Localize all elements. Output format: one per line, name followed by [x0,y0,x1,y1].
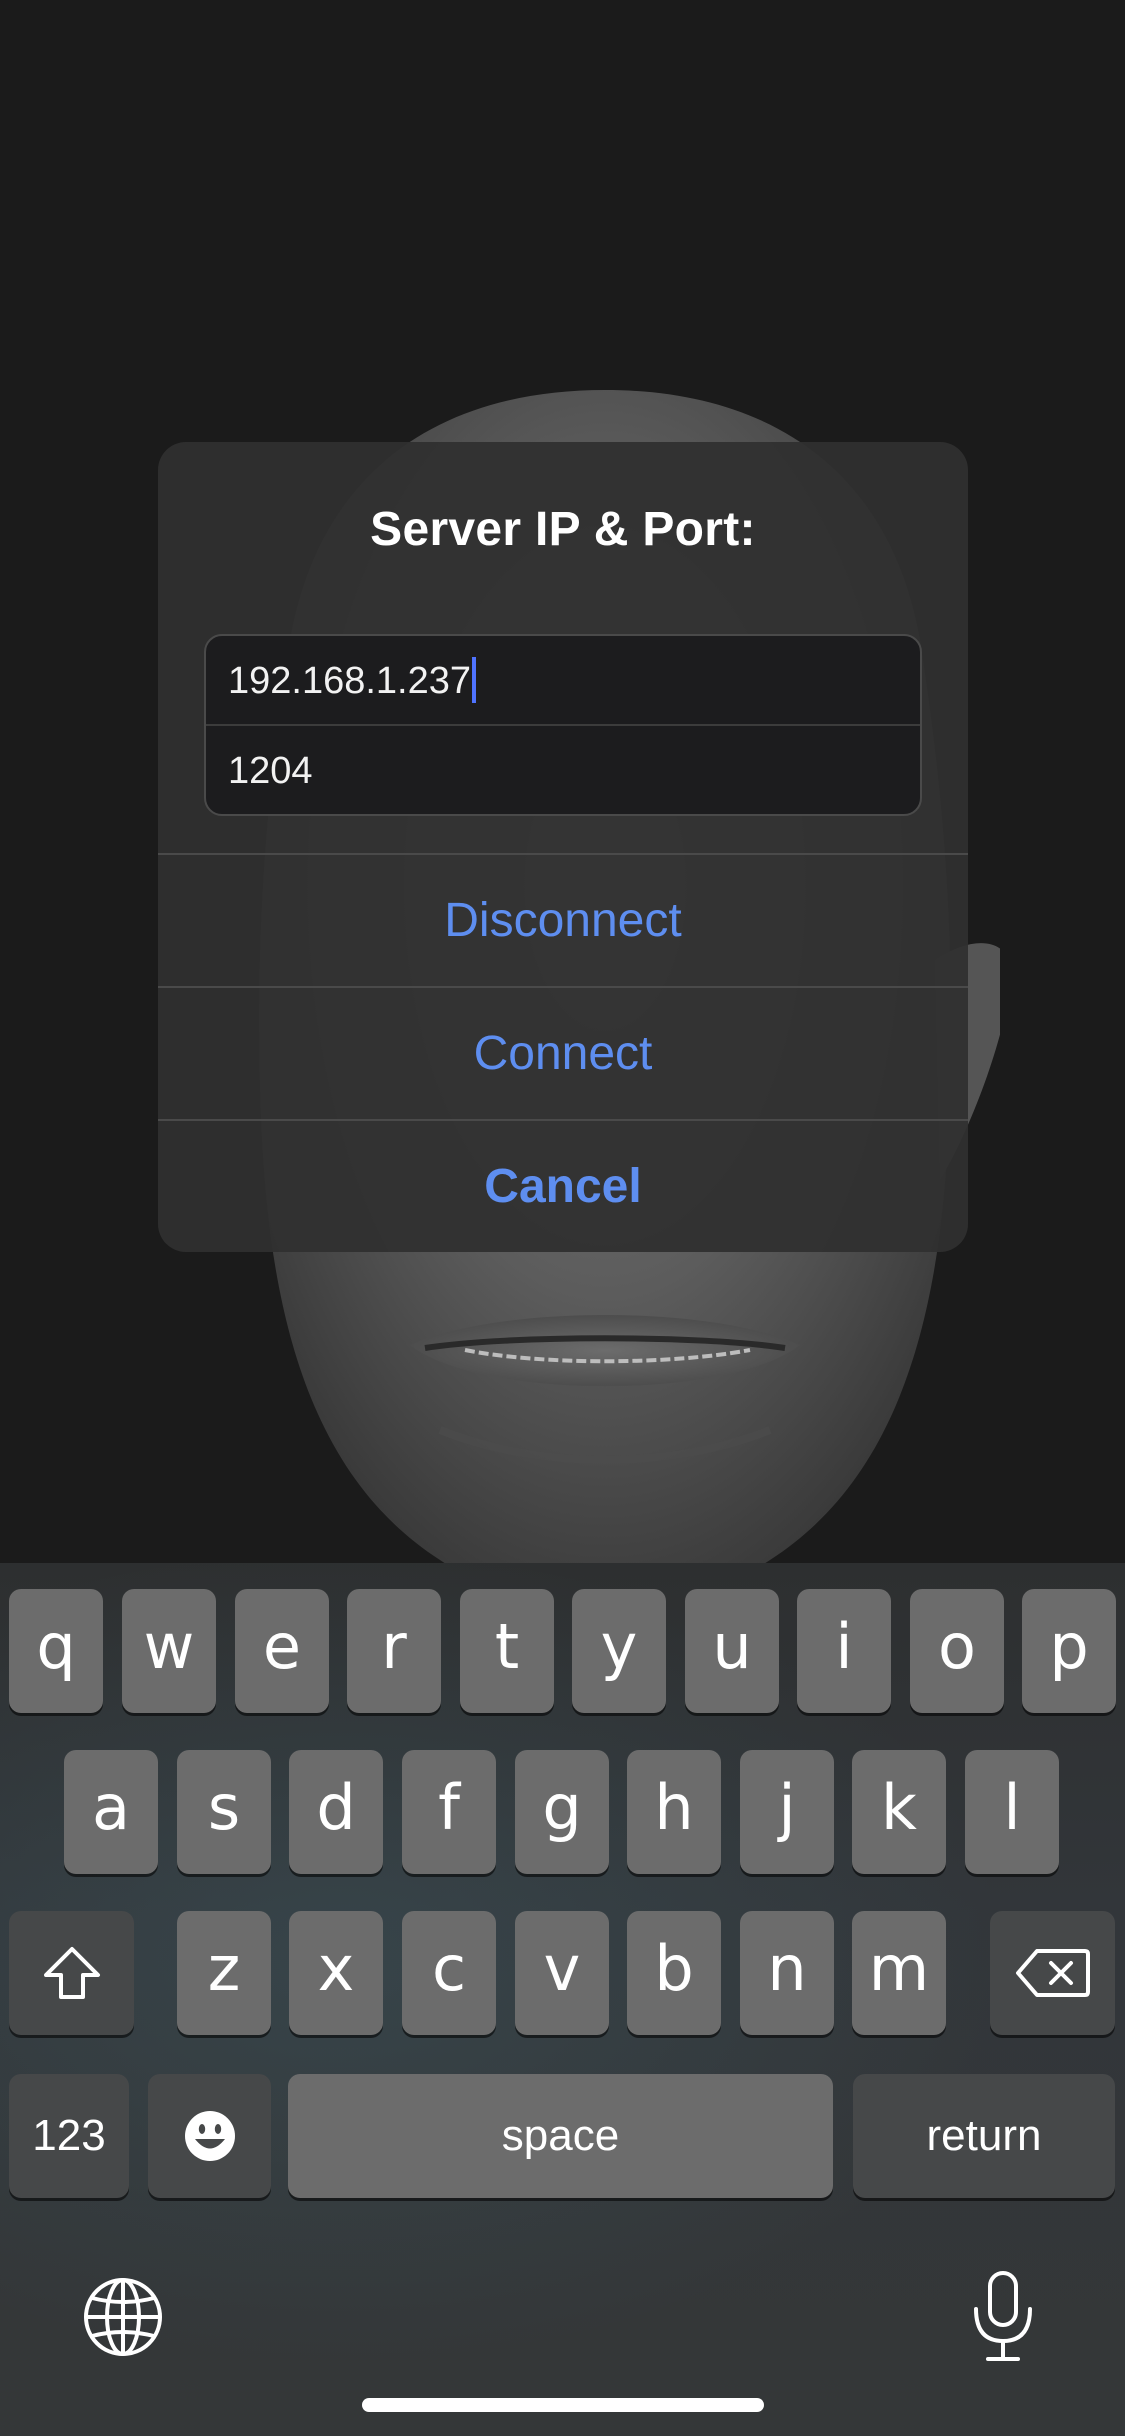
key-t[interactable]: t [460,1589,554,1713]
key-m[interactable]: m [852,1911,946,2035]
key-l[interactable]: l [965,1750,1059,1874]
port-value: 1204 [228,750,313,792]
cancel-button[interactable]: Cancel [158,1119,968,1252]
port-field[interactable]: 1204 [206,726,920,814]
key-g[interactable]: g [515,1750,609,1874]
key-p[interactable]: p [1022,1589,1116,1713]
shift-key[interactable] [9,1911,134,2035]
key-u[interactable]: u [685,1589,779,1713]
globe-icon[interactable] [82,2276,164,2358]
ip-address-field[interactable]: 192.168.1.237 [206,636,920,726]
alert-title: Server IP & Port: [370,503,756,556]
keyboard: q w e r t y u i o p a s d f g h j k l z … [0,1563,1125,2436]
emoji-icon [184,2111,235,2161]
key-s[interactable]: s [177,1750,271,1874]
home-indicator[interactable] [362,2398,764,2412]
key-o[interactable]: o [910,1589,1004,1713]
key-z[interactable]: z [177,1911,271,2035]
key-b[interactable]: b [627,1911,721,2035]
key-y[interactable]: y [572,1589,666,1713]
key-q[interactable]: q [9,1589,103,1713]
space-key[interactable]: space [288,2074,833,2198]
key-k[interactable]: k [852,1750,946,1874]
key-v[interactable]: v [515,1911,609,2035]
key-j[interactable]: j [740,1750,834,1874]
server-alert-dialog: Server IP & Port: 192.168.1.237 1204 Dis… [158,442,968,1252]
key-n[interactable]: n [740,1911,834,2035]
microphone-icon[interactable] [970,2269,1036,2365]
input-fields-group: 192.168.1.237 1204 [204,634,922,816]
key-w[interactable]: w [122,1589,216,1713]
numbers-key[interactable]: 123 [9,2074,129,2198]
key-h[interactable]: h [627,1750,721,1874]
key-f[interactable]: f [402,1750,496,1874]
key-x[interactable]: x [289,1911,383,2035]
connect-button[interactable]: Connect [158,986,968,1119]
disconnect-button[interactable]: Disconnect [158,853,968,986]
key-d[interactable]: d [289,1750,383,1874]
return-key[interactable]: return [853,2074,1115,2198]
key-c[interactable]: c [402,1911,496,2035]
key-i[interactable]: i [797,1589,891,1713]
shift-icon [43,1947,100,1999]
key-r[interactable]: r [347,1589,441,1713]
key-e[interactable]: e [235,1589,329,1713]
screen: Server IP & Port: 192.168.1.237 1204 Dis… [0,0,1125,2436]
backspace-key[interactable] [990,1911,1115,2035]
key-a[interactable]: a [64,1750,158,1874]
backspace-icon [1015,1949,1090,1997]
emoji-key[interactable] [148,2074,271,2198]
text-cursor [472,656,477,703]
ip-address-value: 192.168.1.237 [228,660,472,702]
